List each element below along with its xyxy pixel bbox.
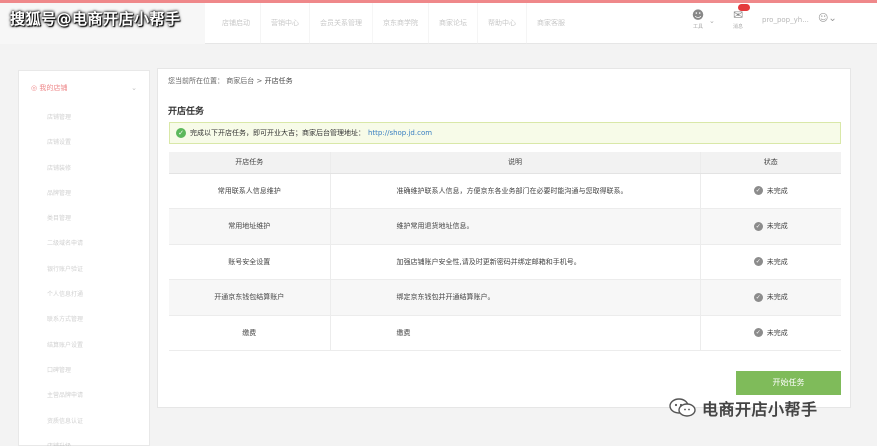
backend-url-link[interactable]: http://shop.jd.com: [368, 129, 432, 137]
sidebar-item[interactable]: 结算账户设置: [19, 333, 149, 358]
status-text: 未完成: [766, 222, 788, 231]
wechat-icon: [668, 397, 698, 419]
status-text: 未完成: [766, 186, 788, 195]
task-table: 开店任务 说明 状态 常用联系人信息维护 准确维护联系人信息，方便京东各业务部门…: [169, 152, 841, 351]
watermark-top: 搜狐号@电商开店小帮手: [10, 10, 181, 28]
breadcrumb-link-backend[interactable]: 商家后台: [226, 77, 254, 85]
nav-item-member[interactable]: 会员关系管理: [309, 3, 372, 44]
table-row: 常用地址维护 维护常用退货地址信息。 ✓ 未完成: [169, 208, 841, 245]
breadcrumb-prefix: 您当前所在位置：: [168, 77, 224, 85]
user-icon[interactable]: ☺⌄: [818, 13, 837, 24]
check-circle-icon: ✓: [753, 186, 763, 196]
column-header-task: 开店任务: [169, 152, 330, 174]
table-row: 常用联系人信息维护 准确维护联系人信息，方便京东各业务部门在必要时能沟通与您取得…: [169, 173, 841, 209]
sidebar-item[interactable]: 主营品牌申请: [19, 383, 149, 408]
task-status: ✓ 未完成: [699, 173, 841, 209]
task-name: 常用联系人信息维护: [169, 173, 330, 209]
task-name: 常用地址维护: [169, 208, 330, 245]
table-row: 账号安全设置 加强店铺账户安全性,请及时更新密码并绑定邮箱和手机号。 ✓ 未完成: [169, 244, 841, 280]
sidebar-item[interactable]: 银行账户验证: [19, 257, 149, 282]
sidebar-header-label: 我的店铺: [39, 84, 68, 92]
sidebar-item[interactable]: 二级域名申请: [19, 231, 149, 256]
check-circle-icon: ✓: [753, 257, 763, 267]
sidebar-header[interactable]: ◎ 我的店铺 ⌄: [19, 71, 149, 105]
sidebar: ◎ 我的店铺 ⌄ 店铺管理 店铺设置 店铺装修 品牌管理 类目管理 二级域名申请…: [18, 70, 150, 446]
task-status: ✓ 未完成: [699, 208, 841, 245]
watermark-bottom-text: 电商开店小帮手: [702, 400, 818, 419]
sidebar-item[interactable]: 店铺装修: [19, 156, 149, 181]
task-description: 加强店铺账户安全性,请及时更新密码并绑定邮箱和手机号。: [329, 244, 700, 280]
check-circle-icon: ✓: [753, 292, 763, 302]
sidebar-item[interactable]: 口碑管理: [19, 358, 149, 383]
tools-label: 工具: [692, 24, 703, 30]
task-status: ✓ 未完成: [699, 315, 841, 351]
nav-item-forum[interactable]: 商家论坛: [428, 3, 477, 44]
sidebar-item[interactable]: 类目管理: [19, 206, 149, 231]
notice-bar: ✓ 完成以下开店任务，即可开业大吉；商家后台管理地址： http://shop.…: [169, 122, 841, 144]
column-header-status: 状态: [699, 152, 841, 174]
nav-item-academy[interactable]: 京东商学院: [372, 3, 428, 44]
top-nav: 店铺启动 营销中心 会员关系管理 京东商学院 商家论坛 帮助中心 商家客服: [212, 3, 575, 44]
chevron-down-icon: ⌄: [131, 84, 137, 92]
messages-label: 消息: [732, 24, 743, 30]
page-title: 开店任务: [168, 107, 205, 117]
status-text: 未完成: [766, 293, 788, 302]
sidebar-item[interactable]: 资质信息认证: [19, 409, 149, 434]
message-badge: [738, 4, 750, 11]
sidebar-item[interactable]: 店铺管理: [19, 105, 149, 130]
nav-item-service[interactable]: 商家客服: [526, 3, 575, 44]
check-circle-icon: ✓: [176, 128, 186, 138]
task-description: 维护常用退货地址信息。: [329, 208, 700, 245]
task-name: 开通京东钱包结算账户: [169, 279, 330, 316]
sidebar-item[interactable]: 店铺设置: [19, 130, 149, 155]
sidebar-item[interactable]: 个人信息打通: [19, 282, 149, 307]
task-name: 账号安全设置: [169, 244, 330, 280]
user-name[interactable]: pro_pop_yh...: [762, 16, 809, 24]
sidebar-item[interactable]: 店铺升级: [19, 434, 149, 446]
table-row: 缴费 缴费 ✓ 未完成: [169, 315, 841, 351]
nav-item-marketing[interactable]: 营销中心: [260, 3, 309, 44]
breadcrumb: 您当前所在位置： 商家后台 > 开店任务: [168, 76, 293, 86]
check-circle-icon: ✓: [753, 221, 763, 231]
notice-text: 完成以下开店任务，即可开业大吉；商家后台管理地址：: [190, 129, 365, 137]
chevron-down-icon[interactable]: ⌄: [709, 17, 715, 25]
tools-button[interactable]: ☻ 工具: [688, 8, 708, 30]
task-status: ✓ 未完成: [699, 244, 841, 280]
start-task-button[interactable]: 开始任务: [736, 371, 841, 395]
watermark-bottom: 电商开店小帮手: [668, 396, 818, 420]
column-header-description: 说明: [329, 152, 700, 174]
breadcrumb-separator: >: [256, 77, 263, 85]
user-outline-icon: ☻: [691, 8, 705, 22]
table-row: 开通京东钱包结算账户 绑定京东钱包并开通结算账户。 ✓ 未完成: [169, 279, 841, 316]
nav-item-help[interactable]: 帮助中心: [477, 3, 526, 44]
check-circle-icon: ✓: [753, 328, 763, 338]
task-description: 绑定京东钱包并开通结算账户。: [329, 279, 700, 316]
status-text: 未完成: [766, 328, 788, 337]
sidebar-item[interactable]: 品牌管理: [19, 181, 149, 206]
nav-item-shop-start[interactable]: 店铺启动: [212, 3, 260, 44]
task-description: 准确维护联系人信息，方便京东各业务部门在必要时能沟通与您取得联系。: [329, 173, 700, 209]
task-description: 缴费: [329, 315, 700, 351]
task-name: 缴费: [169, 315, 330, 351]
sidebar-item[interactable]: 联系方式管理: [19, 307, 149, 332]
messages-button[interactable]: ✉ 消息: [728, 4, 750, 30]
shop-icon: ◎: [31, 84, 38, 92]
task-status: ✓ 未完成: [699, 279, 841, 316]
main-panel: 您当前所在位置： 商家后台 > 开店任务 开店任务 ✓ 完成以下开店任务，即可开…: [157, 68, 851, 408]
status-text: 未完成: [766, 257, 788, 266]
breadcrumb-current: 开店任务: [264, 77, 293, 85]
